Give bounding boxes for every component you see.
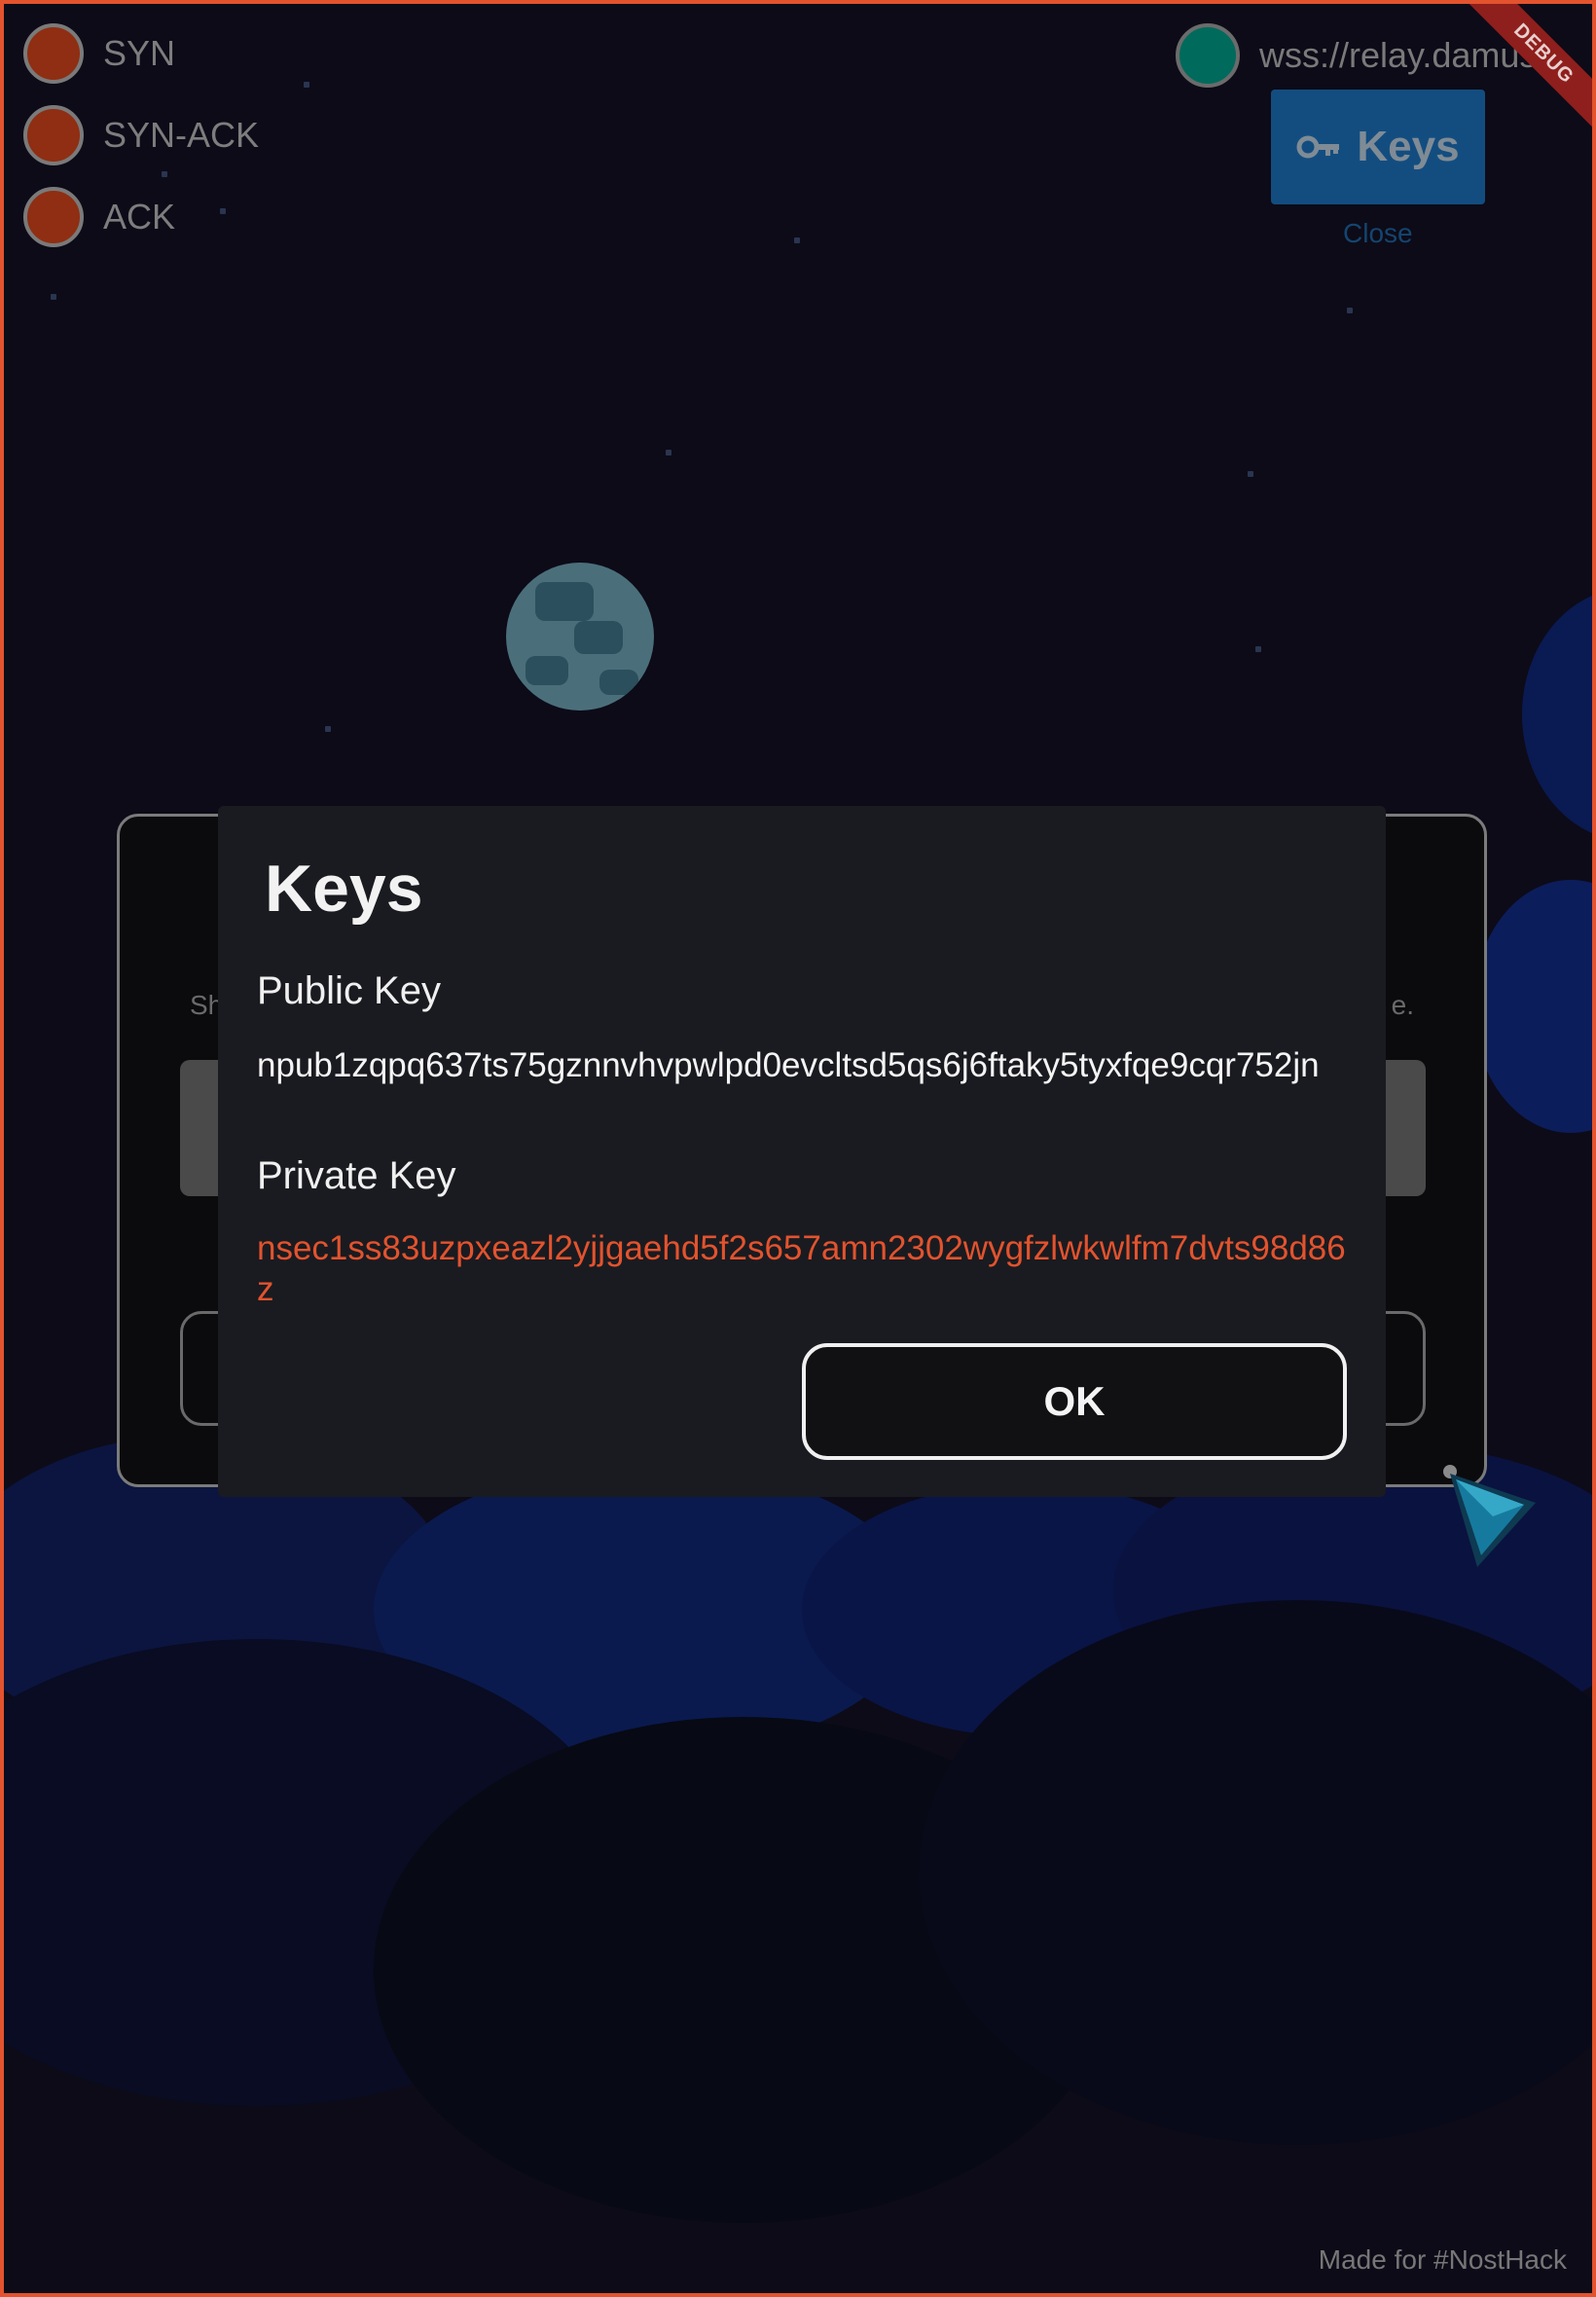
star (220, 208, 226, 214)
star (51, 294, 56, 300)
footer-credit: Made for #NostHack (1318, 2244, 1567, 2275)
keys-button-label: Keys (1357, 123, 1460, 170)
cloud (1473, 880, 1592, 1133)
status-syn: SYN (23, 23, 175, 84)
status-dot (23, 23, 84, 84)
star (666, 450, 671, 456)
status-label: SYN (103, 33, 176, 73)
public-key-value[interactable]: npub1zqpq637ts75gznnvhvpwlpd0evcltsd5qs6… (257, 1045, 1347, 1086)
status-syn-ack: SYN-ACK (23, 105, 259, 165)
star (1347, 308, 1353, 313)
key-icon (1296, 135, 1340, 159)
star (304, 82, 309, 88)
status-dot (23, 105, 84, 165)
status-label: ACK (103, 197, 176, 237)
status-ack: ACK (23, 187, 175, 247)
public-key-label: Public Key (257, 969, 441, 1012)
ok-button[interactable]: OK (802, 1343, 1347, 1460)
star (325, 726, 331, 732)
ship-icon (1443, 1465, 1536, 1567)
status-label: SYN-ACK (103, 115, 260, 155)
close-link[interactable]: Close (1343, 218, 1413, 249)
keys-dialog: Keys Public Key npub1zqpq637ts75gznnvhvp… (218, 806, 1386, 1497)
planet (506, 563, 654, 711)
cloud (1522, 588, 1592, 841)
status-dot (23, 187, 84, 247)
dialog-title: Keys (265, 852, 423, 926)
app-frame: SYN SYN-ACK ACK wss://relay.damus.i Keys… (0, 0, 1596, 2297)
background-card-text: e. (1391, 990, 1414, 1020)
ok-button-label: OK (1043, 1378, 1106, 1424)
debug-banner: DEBUG (1448, 4, 1592, 148)
private-key-value[interactable]: nsec1ss83uzpxeazl2yjjgaehd5f2s657amn2302… (257, 1228, 1347, 1310)
debug-banner-label: DEBUG (1455, 4, 1592, 142)
star (1255, 646, 1261, 652)
star (1248, 471, 1253, 477)
star (794, 237, 800, 243)
relay-status-dot (1176, 23, 1240, 88)
star (162, 171, 167, 177)
private-key-label: Private Key (257, 1154, 456, 1197)
